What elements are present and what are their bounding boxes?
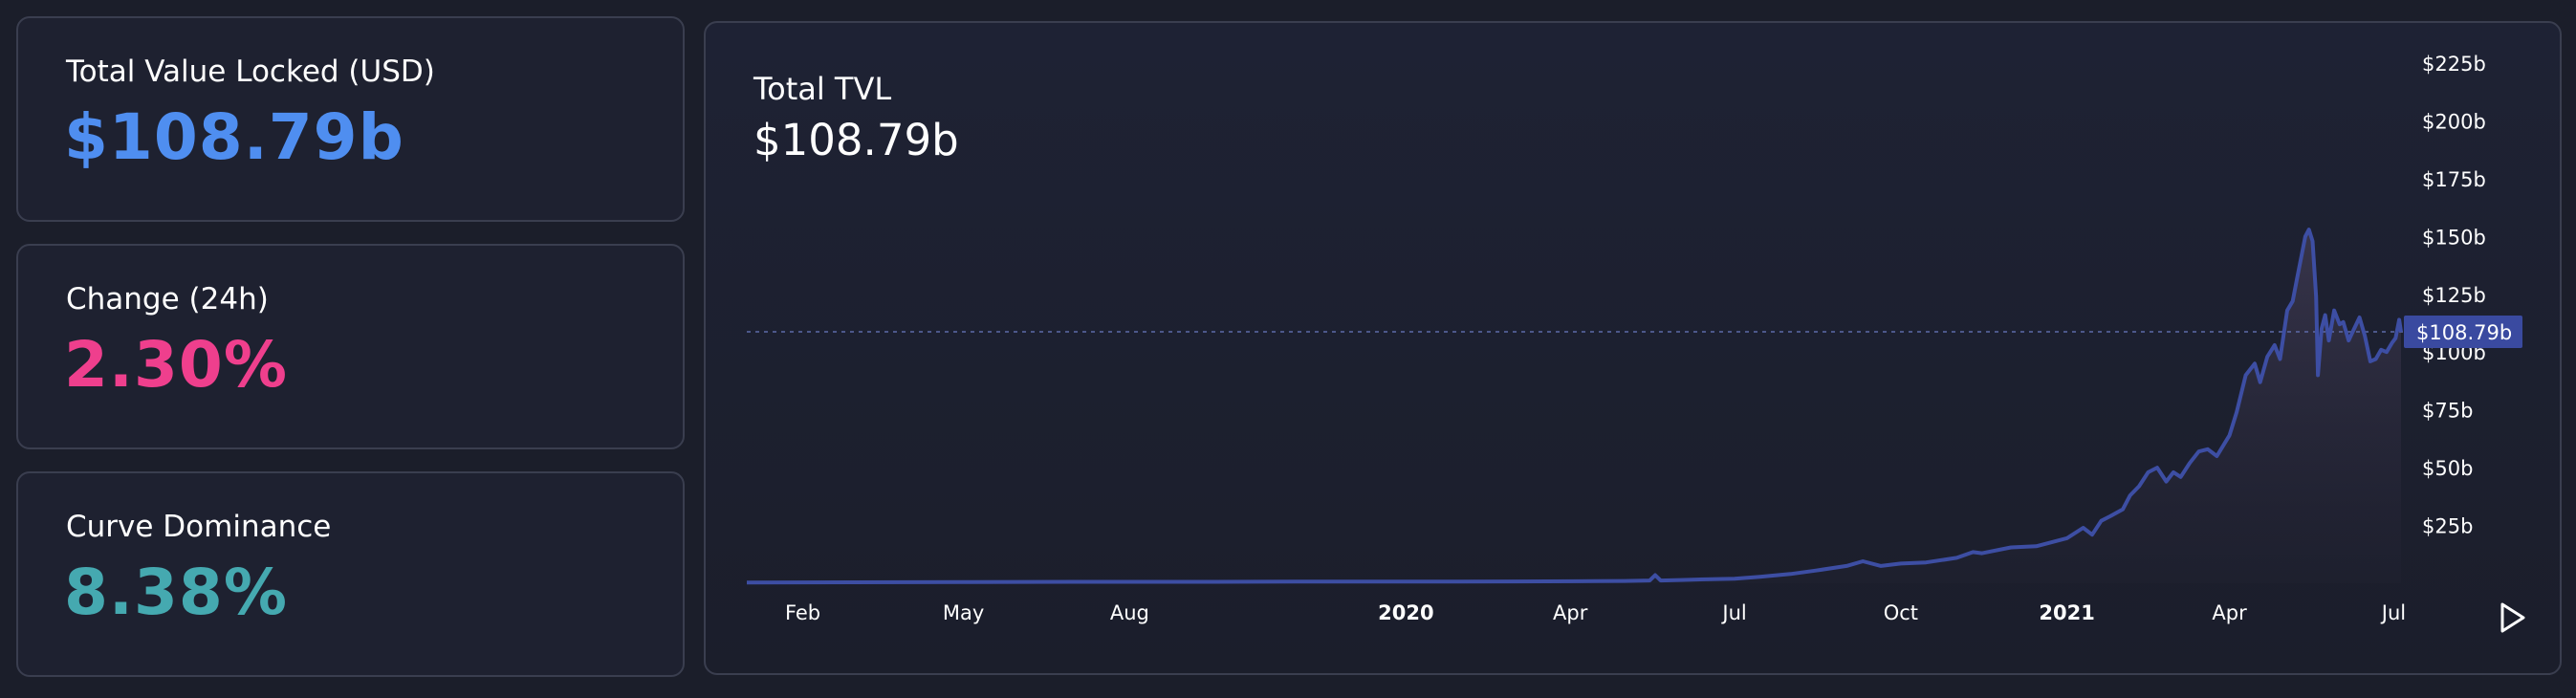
dominance-value: 8.38% — [64, 556, 288, 629]
x-tick-label: Apr — [1553, 601, 1588, 624]
x-tick-label: Apr — [2212, 601, 2247, 624]
play-icon — [2500, 602, 2525, 633]
y-tick-label: $150b — [2422, 226, 2486, 249]
y-tick-label: $25b — [2422, 515, 2473, 538]
change-label: Change (24h) — [66, 282, 269, 316]
chart-title: Total TVL — [753, 71, 892, 107]
tvl-label: Total Value Locked (USD) — [66, 55, 435, 89]
tvl-chart-card: $25b $50b $75b $100b $125b $150b $175b $200b $22… — [704, 21, 2562, 675]
current-value-label: $108.79b — [2416, 321, 2512, 344]
tvl-area — [747, 229, 2401, 583]
tvl-chart[interactable]: $25b$50b$75b$100b$125b$150b$175b$200b$22… — [706, 23, 2562, 675]
y-tick-label: $75b — [2422, 400, 2473, 423]
y-tick-label: $225b — [2422, 53, 2486, 76]
x-tick-label: Oct — [1884, 601, 1918, 624]
x-tick-label: Aug — [1110, 601, 1149, 624]
y-tick-label: $200b — [2422, 110, 2486, 133]
x-tick-label: Jul — [2380, 601, 2406, 624]
change-card: Change (24h) 2.30% — [16, 244, 685, 449]
x-tick-label: May — [943, 601, 984, 624]
x-tick-label: 2020 — [1378, 601, 1433, 624]
y-tick-label: $175b — [2422, 168, 2486, 191]
x-tick-label: Jul — [1720, 601, 1746, 624]
dominance-card: Curve Dominance 8.38% — [16, 471, 685, 677]
tvl-value: $108.79b — [64, 100, 404, 174]
dominance-label: Curve Dominance — [66, 510, 332, 544]
y-tick-label: $50b — [2422, 457, 2473, 480]
change-value: 2.30% — [64, 328, 288, 402]
x-tick-label: 2021 — [2039, 601, 2094, 624]
x-tick-label: Feb — [785, 601, 820, 624]
tvl-card: Total Value Locked (USD) $108.79b — [16, 16, 685, 222]
chart-value: $108.79b — [753, 115, 959, 165]
play-button[interactable] — [2492, 597, 2534, 639]
y-tick-label: $125b — [2422, 284, 2486, 307]
